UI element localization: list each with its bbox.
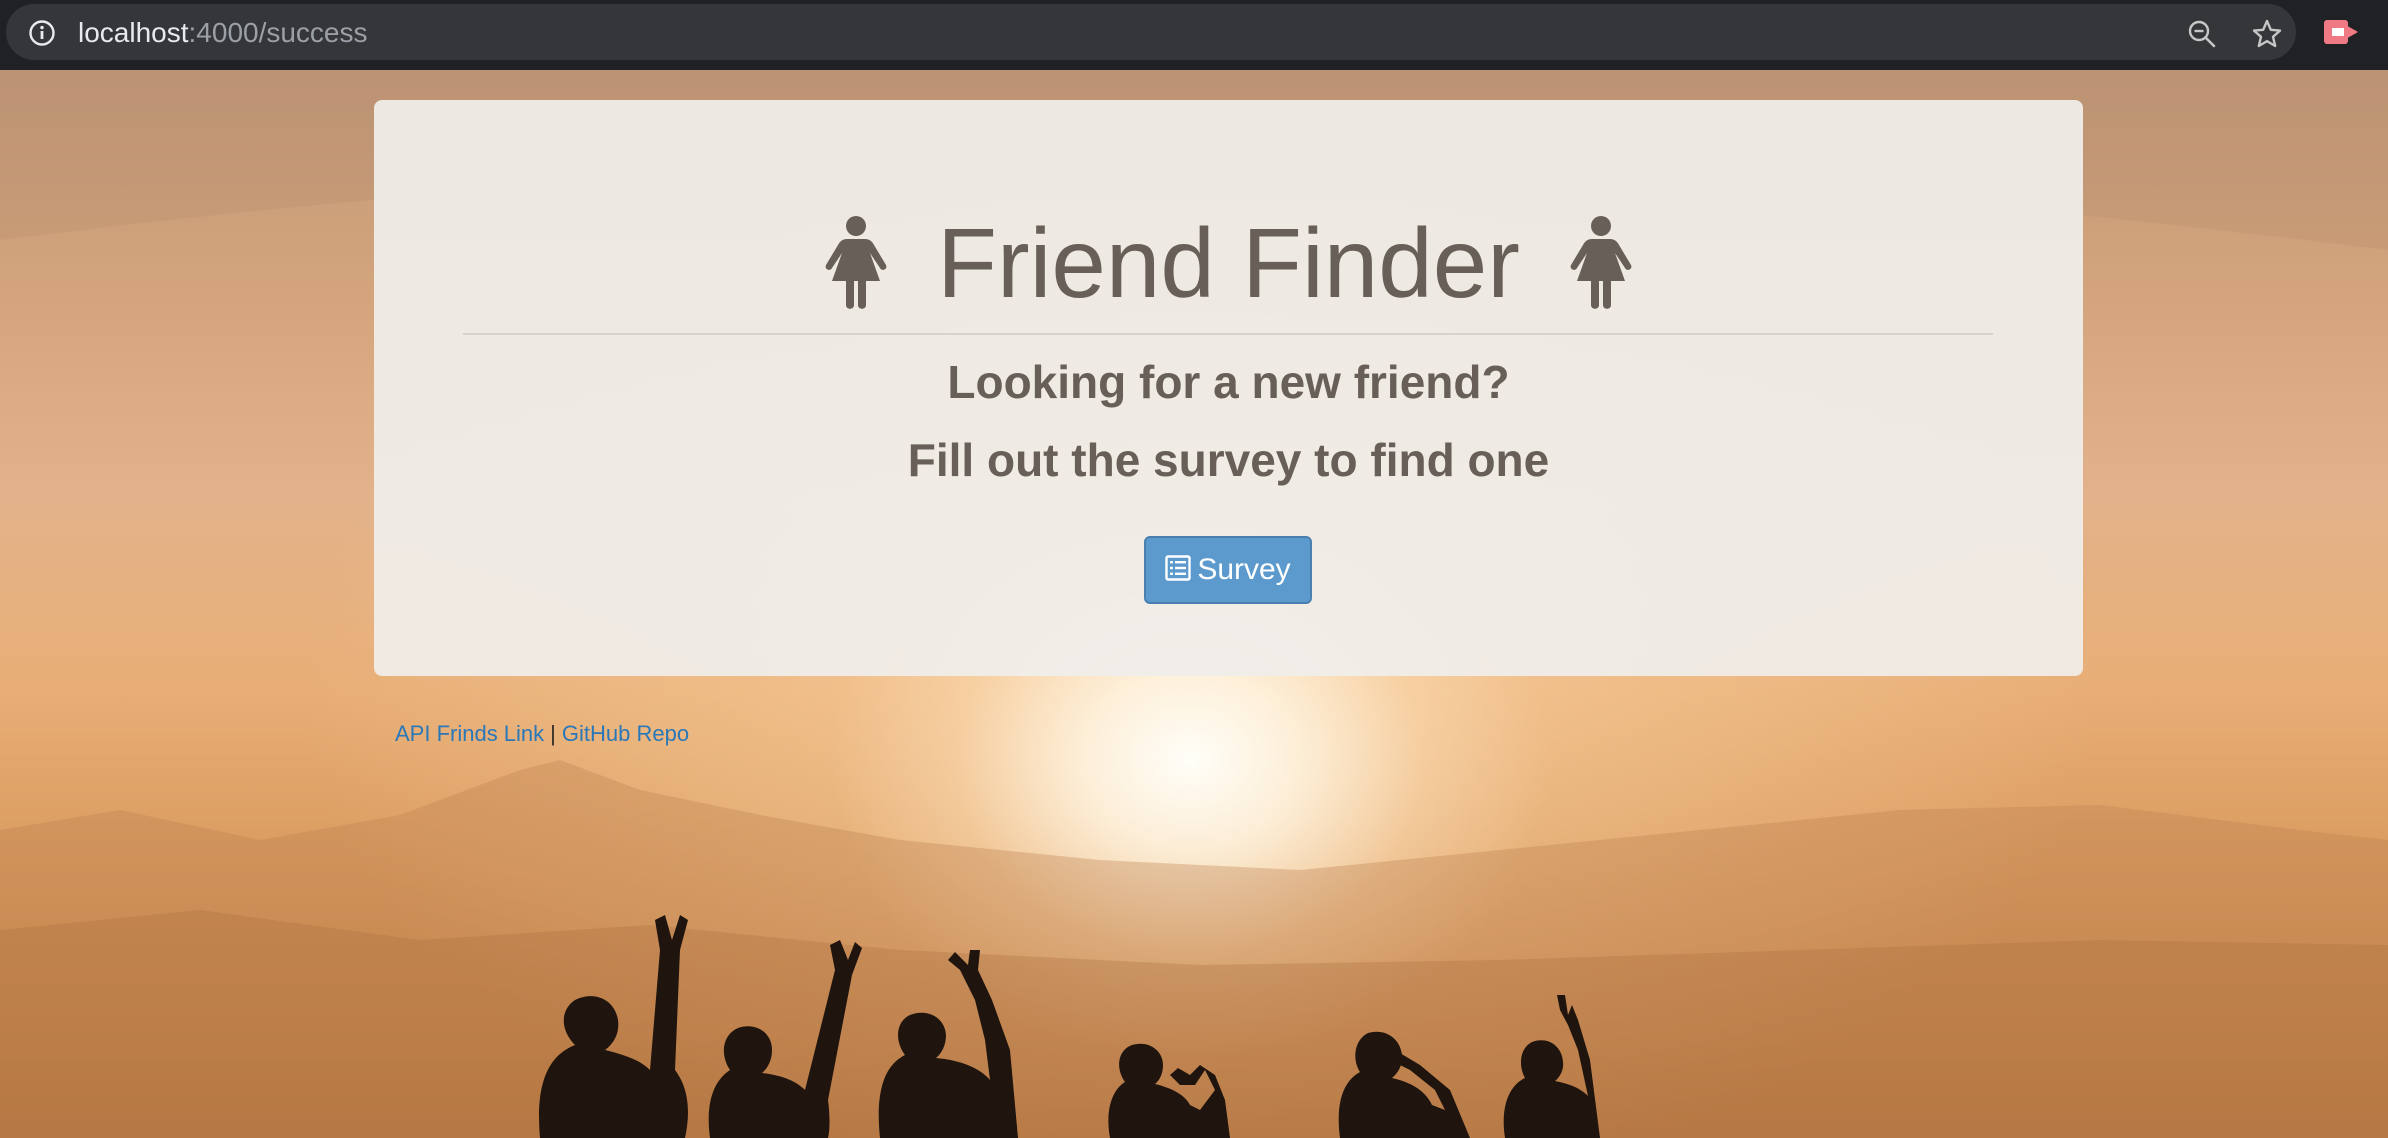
url-host: localhost <box>78 17 189 48</box>
background-people-silhouettes <box>539 915 1600 1138</box>
page-viewport: Friend Finder Looking for a new friend? … <box>0 70 2388 1138</box>
zoom-out-icon[interactable] <box>2187 19 2217 49</box>
url-path: :4000/success <box>188 17 368 48</box>
extension-icon[interactable] <box>2322 14 2362 50</box>
info-icon[interactable] <box>28 19 56 47</box>
address-bar[interactable]: localhost:4000/success <box>6 4 2296 60</box>
url-text[interactable]: localhost:4000/success <box>78 16 368 50</box>
browser-toolbar: localhost:4000/success <box>0 0 2388 70</box>
bookmark-star-icon[interactable] <box>2251 18 2283 50</box>
